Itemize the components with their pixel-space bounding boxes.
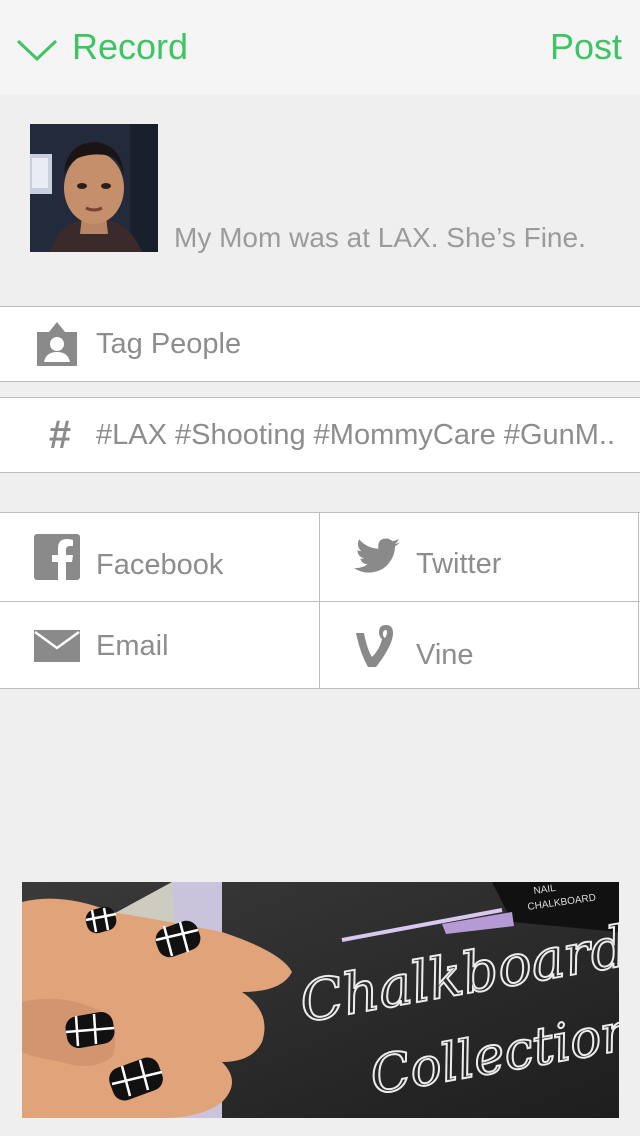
share-vine-button[interactable]: Vine [320, 602, 640, 690]
share-options: Facebook Twitter Email Vine [0, 512, 640, 689]
video-thumbnail[interactable] [30, 124, 158, 252]
back-label: Record [72, 26, 189, 67]
share-facebook-button[interactable]: Facebook [0, 513, 320, 601]
twitter-icon [354, 538, 400, 573]
email-icon [34, 630, 80, 662]
tag-people-label: Tag People [96, 327, 242, 360]
facebook-label: Facebook [96, 548, 224, 581]
vine-icon [356, 625, 393, 667]
thumbnail-image [30, 124, 158, 252]
person-tag-icon [37, 322, 77, 366]
ad-banner[interactable]: NAIL CHALKBOARD Chalkboard Collection [22, 882, 619, 1118]
post-button[interactable]: Post [550, 22, 622, 72]
top-bar: Record Post [0, 0, 640, 94]
facebook-icon [34, 534, 80, 580]
hashtag-input[interactable]: #LAX #Shooting #MommyCare #GunM.. [96, 419, 626, 452]
vine-label: Vine [416, 638, 474, 671]
share-twitter-button[interactable]: Twitter [320, 513, 640, 601]
back-to-record-button[interactable]: Record [16, 22, 188, 72]
post-caption[interactable]: My Mom was at LAX. She’s Fine. [174, 222, 586, 254]
share-email-button[interactable]: Email [0, 602, 320, 690]
email-label: Email [96, 629, 169, 662]
chalkboard-ad-image: NAIL CHALKBOARD Chalkboard Collection [22, 882, 619, 1118]
chevron-down-icon [16, 39, 58, 61]
twitter-label: Twitter [416, 547, 502, 580]
tag-people-row[interactable]: Tag People [0, 306, 640, 382]
hashtag-icon: # [48, 412, 72, 457]
hashtag-row[interactable]: # #LAX #Shooting #MommyCare #GunM.. [0, 397, 640, 473]
